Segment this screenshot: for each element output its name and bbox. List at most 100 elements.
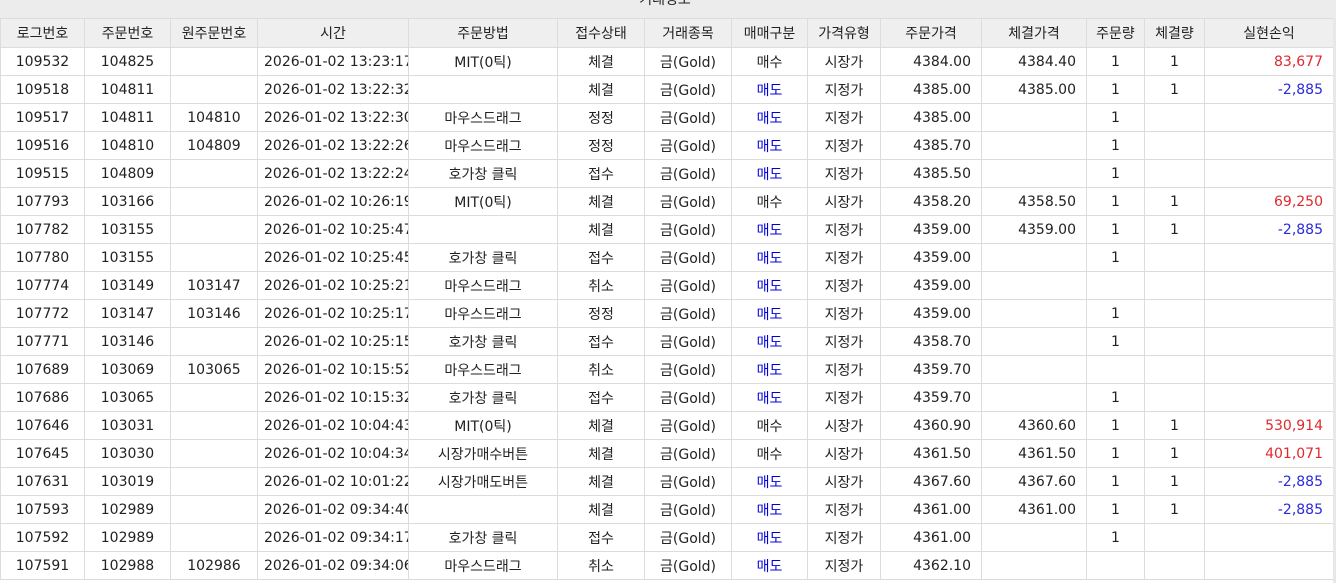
cell-order-method: MIT(0틱) — [408, 47, 558, 76]
col-header[interactable]: 주문량 — [1086, 18, 1145, 48]
cell-price-type: 지정가 — [807, 75, 881, 104]
cell-side: 매수 — [731, 439, 808, 468]
table-row[interactable]: 107689 103069 103065 2026-01-02 10:15:52 마우스… — [0, 355, 1334, 384]
cell-log-number: 107782 — [0, 215, 85, 244]
cell-order-number: 103019 — [84, 467, 171, 496]
cell-fill-qty — [1144, 551, 1205, 580]
table-row[interactable]: 107646 103031 2026-01-02 10:04:43 MIT(0틱) 체결… — [0, 411, 1334, 440]
cell-fill-price: 4360.60 — [981, 411, 1087, 440]
col-header[interactable]: 주문가격 — [880, 18, 982, 48]
cell-log-number: 109532 — [0, 47, 85, 76]
cell-original-order-number: 104809 — [170, 131, 258, 160]
col-header[interactable]: 거래종목 — [644, 18, 732, 48]
table-row[interactable]: 109515 104809 2026-01-02 13:22:24 호가창 클릭 접수 금… — [0, 159, 1334, 188]
col-header[interactable]: 체결량 — [1144, 18, 1205, 48]
col-header[interactable]: 로그번호 — [0, 18, 85, 48]
col-header[interactable]: 실현손익 — [1204, 18, 1334, 48]
cell-original-order-number — [170, 411, 258, 440]
cell-order-method: 마우스드래그 — [408, 551, 558, 580]
cell-order-number: 103147 — [84, 299, 171, 328]
col-header[interactable]: 원주문번호 — [170, 18, 258, 48]
cell-fill-qty: 1 — [1144, 187, 1205, 216]
cell-original-order-number: 102986 — [170, 551, 258, 580]
cell-price-type: 지정가 — [807, 551, 881, 580]
cell-order-method: 호가창 클릭 — [408, 327, 558, 356]
table-row[interactable]: 107774 103149 103147 2026-01-02 10:25:21 마우스… — [0, 271, 1334, 300]
table-row[interactable]: 109518 104811 2026-01-02 13:22:32 체결 금(Gold)… — [0, 75, 1334, 104]
table-row[interactable]: 107686 103065 2026-01-02 10:15:32 호가창 클릭 접수 금… — [0, 383, 1334, 412]
cell-side: 매수 — [731, 411, 808, 440]
table-row[interactable]: 107772 103147 103146 2026-01-02 10:25:17 마우스… — [0, 299, 1334, 328]
cell-status: 접수 — [557, 243, 645, 272]
cell-status: 취소 — [557, 355, 645, 384]
table-row[interactable]: 107780 103155 2026-01-02 10:25:45 호가창 클릭 접수 금… — [0, 243, 1334, 272]
cell-time: 2026-01-02 09:34:17 — [257, 523, 409, 552]
table-row[interactable]: 109532 104825 2026-01-02 13:23:17 MIT(0틱) 체결… — [0, 47, 1334, 76]
cell-order-method — [408, 75, 558, 104]
col-header[interactable]: 매매구분 — [731, 18, 808, 48]
cell-price-type: 지정가 — [807, 103, 881, 132]
cell-order-qty: 1 — [1086, 47, 1145, 76]
cell-original-order-number — [170, 47, 258, 76]
cell-price-type: 시장가 — [807, 411, 881, 440]
col-header[interactable]: 주문방법 — [408, 18, 558, 48]
col-header[interactable]: 가격유형 — [807, 18, 881, 48]
cell-realized-pl: -2,885 — [1204, 467, 1334, 496]
cell-order-method: 시장가매도버튼 — [408, 467, 558, 496]
table-row[interactable]: 107593 102989 2026-01-02 09:34:40 체결 금(Gold)… — [0, 495, 1334, 524]
cell-order-method: 마우스드래그 — [408, 131, 558, 160]
cell-original-order-number — [170, 243, 258, 272]
cell-fill-qty — [1144, 159, 1205, 188]
cell-price-type: 지정가 — [807, 327, 881, 356]
table-row[interactable]: 107771 103146 2026-01-02 10:25:15 호가창 클릭 접수 금… — [0, 327, 1334, 356]
cell-fill-price — [981, 159, 1087, 188]
cell-order-qty — [1086, 271, 1145, 300]
cell-order-qty: 1 — [1086, 215, 1145, 244]
cell-order-price: 4362.10 — [880, 551, 982, 580]
cell-order-qty: 1 — [1086, 187, 1145, 216]
table-row[interactable]: 109517 104811 104810 2026-01-02 13:22:30 마우스… — [0, 103, 1334, 132]
cell-side: 매도 — [731, 243, 808, 272]
cell-instrument: 금(Gold) — [644, 383, 732, 412]
cell-side: 매도 — [731, 271, 808, 300]
cell-realized-pl: 401,071 — [1204, 439, 1334, 468]
cell-price-type: 지정가 — [807, 355, 881, 384]
cell-order-price: 4385.00 — [880, 103, 982, 132]
cell-order-qty: 1 — [1086, 495, 1145, 524]
cell-order-qty: 1 — [1086, 243, 1145, 272]
cell-side: 매도 — [731, 327, 808, 356]
cell-original-order-number — [170, 327, 258, 356]
cell-instrument: 금(Gold) — [644, 103, 732, 132]
cell-original-order-number — [170, 75, 258, 104]
cell-fill-price: 4359.00 — [981, 215, 1087, 244]
cell-realized-pl — [1204, 131, 1334, 160]
cell-realized-pl — [1204, 523, 1334, 552]
cell-order-price: 4359.00 — [880, 215, 982, 244]
cell-side: 매수 — [731, 47, 808, 76]
cell-time: 2026-01-02 09:34:40 — [257, 495, 409, 524]
trade-info-table: 로그번호 주문번호 원주문번호 시간 주문방법 접수상태 거래종목 매매구분 가… — [0, 18, 1334, 580]
cell-side: 매도 — [731, 383, 808, 412]
cell-instrument: 금(Gold) — [644, 47, 732, 76]
cell-order-price: 4358.70 — [880, 327, 982, 356]
cell-order-price: 4359.70 — [880, 383, 982, 412]
cell-status: 정정 — [557, 131, 645, 160]
cell-time: 2026-01-02 13:22:32 — [257, 75, 409, 104]
table-row[interactable]: 107782 103155 2026-01-02 10:25:47 체결 금(Gold)… — [0, 215, 1334, 244]
table-row[interactable]: 107591 102988 102986 2026-01-02 09:34:06 마우스… — [0, 551, 1334, 580]
cell-instrument: 금(Gold) — [644, 439, 732, 468]
table-row[interactable]: 107645 103030 2026-01-02 10:04:34 시장가매수버튼 체결… — [0, 439, 1334, 468]
col-header[interactable]: 체결가격 — [981, 18, 1087, 48]
table-row[interactable]: 107592 102989 2026-01-02 09:34:17 호가창 클릭 접수 금… — [0, 523, 1334, 552]
cell-instrument: 금(Gold) — [644, 411, 732, 440]
cell-log-number: 109518 — [0, 75, 85, 104]
cell-time: 2026-01-02 10:25:15 — [257, 327, 409, 356]
cell-order-method: 마우스드래그 — [408, 299, 558, 328]
col-header[interactable]: 시간 — [257, 18, 409, 48]
col-header[interactable]: 접수상태 — [557, 18, 645, 48]
col-header[interactable]: 주문번호 — [84, 18, 171, 48]
table-row[interactable]: 107793 103166 2026-01-02 10:26:19 MIT(0틱) 체결… — [0, 187, 1334, 216]
table-row[interactable]: 109516 104810 104809 2026-01-02 13:22:26 마우스… — [0, 131, 1334, 160]
table-row[interactable]: 107631 103019 2026-01-02 10:01:22 시장가매도버튼 체결… — [0, 467, 1334, 496]
cell-time: 2026-01-02 10:15:52 — [257, 355, 409, 384]
